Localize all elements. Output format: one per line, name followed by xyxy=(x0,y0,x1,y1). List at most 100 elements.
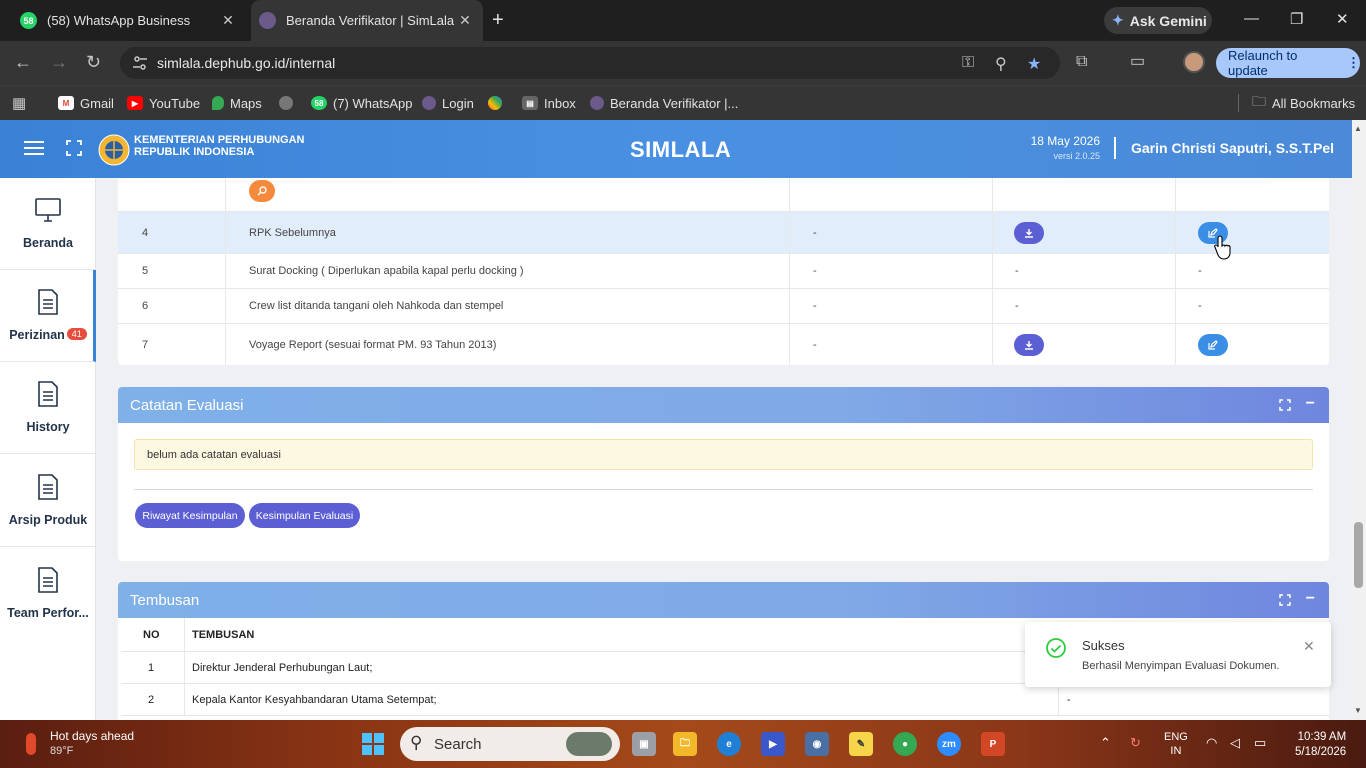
scrollbar-thumb[interactable] xyxy=(1354,522,1363,588)
download-icon xyxy=(1025,228,1033,238)
fullscreen-icon[interactable] xyxy=(1279,594,1291,606)
thermometer-icon xyxy=(26,733,36,755)
document-value: - xyxy=(1015,300,1019,312)
close-window-icon[interactable]: ✕ xyxy=(1336,10,1349,28)
close-icon[interactable]: ✕ xyxy=(1303,638,1315,655)
sidebar-item-arsip-produk[interactable]: Arsip Produk xyxy=(0,455,96,547)
search-icon xyxy=(257,186,267,196)
bookmark-star-icon[interactable]: ★ xyxy=(1027,54,1041,74)
hamburger-menu-icon[interactable] xyxy=(24,140,44,156)
battery-icon[interactable]: ▭ xyxy=(1254,735,1266,751)
bookmark-youtube[interactable]: ▶ YouTube xyxy=(127,94,200,112)
header-separator xyxy=(1114,137,1116,159)
file-explorer-icon[interactable]: 🗀 xyxy=(673,732,697,756)
media-icon[interactable]: ▭ xyxy=(1130,52,1145,72)
profile-avatar[interactable] xyxy=(1183,51,1205,73)
relaunch-label: Relaunch to update xyxy=(1228,48,1298,78)
sticky-notes-icon[interactable]: ✎ xyxy=(849,732,873,756)
tab-whatsapp-business[interactable]: 58 (58) WhatsApp Business ✕ xyxy=(8,0,246,41)
user-name[interactable]: Garin Christi Saputri, S.S.T.Pel xyxy=(1131,140,1334,156)
riwayat-kesimpulan-button[interactable]: Riwayat Kesimpulan xyxy=(135,503,245,528)
scroll-down-icon[interactable]: ▼ xyxy=(1354,706,1362,715)
reload-icon[interactable]: ↻ xyxy=(86,52,101,72)
toast-title: Sukses xyxy=(1082,638,1125,653)
fullscreen-icon[interactable] xyxy=(1279,399,1291,411)
ministry-line2: REPUBLIK INDONESIA xyxy=(134,146,255,158)
document-icon xyxy=(38,381,58,407)
back-icon[interactable]: ← xyxy=(14,52,32,72)
pinwheel-icon xyxy=(488,96,502,110)
ministry-line1: KEMENTERIAN PERHUBUNGAN xyxy=(134,134,305,146)
page-scrollbar[interactable] xyxy=(1352,120,1366,720)
all-bookmarks-button[interactable]: 🗀 All Bookmarks xyxy=(1252,93,1355,112)
address-bar[interactable]: simlala.dephub.go.id/internal ⚿ ⚲ ★ xyxy=(120,47,1060,79)
taskbar-search[interactable]: ⚲ Search xyxy=(400,727,620,761)
system-clock[interactable]: 10:39 AM 5/18/2026 xyxy=(1295,730,1346,760)
maximize-icon[interactable]: ❐ xyxy=(1290,10,1303,28)
globe-icon xyxy=(279,96,293,110)
bookmark-whatsapp[interactable]: 58 (7) WhatsApp xyxy=(311,94,412,112)
gemini-icon: ✦ xyxy=(1112,12,1124,28)
bookmark-label: Gmail xyxy=(80,95,114,111)
check-circle-icon xyxy=(1046,638,1066,658)
perizinan-label: Perizinan xyxy=(9,328,65,342)
password-key-icon[interactable]: ⚿ xyxy=(962,54,974,72)
kesimpulan-evaluasi-button[interactable]: Kesimpulan Evaluasi xyxy=(249,503,360,528)
minimize-icon[interactable]: — xyxy=(1244,10,1259,27)
language-line2: IN xyxy=(1170,745,1182,757)
sidebar-item-team-performance[interactable]: Team Perfor... xyxy=(0,548,96,640)
volume-icon[interactable]: ◁ xyxy=(1230,735,1240,751)
close-tab-icon[interactable]: ✕ xyxy=(220,12,236,28)
tray-overflow-icon[interactable]: ⌃ xyxy=(1100,735,1111,751)
site-info-icon[interactable] xyxy=(132,55,148,71)
sidebar-item-history[interactable]: History xyxy=(0,362,96,454)
sync-icon[interactable]: ↻ xyxy=(1130,735,1141,751)
bookmark-gmail[interactable]: M Gmail xyxy=(58,94,114,112)
windows-start-icon[interactable] xyxy=(362,733,384,755)
edge-icon[interactable]: e xyxy=(717,732,741,756)
header-date: 18 May 2026 xyxy=(1030,134,1100,148)
collapse-icon[interactable]: − xyxy=(1306,395,1315,413)
download-button[interactable] xyxy=(1014,221,1044,244)
maps-icon xyxy=(212,96,224,110)
fullscreen-icon[interactable] xyxy=(66,140,82,156)
download-button[interactable] xyxy=(1014,333,1044,356)
search-button[interactable] xyxy=(249,180,275,202)
bookmark-beranda[interactable]: Beranda Verifikator |... xyxy=(590,94,738,112)
forward-icon[interactable]: → xyxy=(50,52,68,72)
language-indicator[interactable]: ENG IN xyxy=(1164,730,1188,758)
apps-grid-icon[interactable]: ▦ xyxy=(12,94,26,112)
ask-gemini-button[interactable]: ✦ Ask Gemini xyxy=(1104,7,1212,34)
relaunch-button[interactable]: Relaunch to update ⋮ xyxy=(1216,48,1360,78)
chrome-icon[interactable]: ● xyxy=(893,732,917,756)
bookmark-globe[interactable] xyxy=(279,94,299,112)
sidebar-item-label: Beranda xyxy=(22,236,74,250)
bookmark-pinwheel[interactable] xyxy=(488,94,508,112)
zoom-app-icon[interactable]: zm xyxy=(937,732,961,756)
table-row: 5 Surat Docking ( Diperlukan apabila kap… xyxy=(118,254,1329,289)
powerpoint-icon[interactable]: P xyxy=(981,732,1005,756)
wifi-icon[interactable]: ◠ xyxy=(1206,735,1217,751)
task-view-icon[interactable]: ▣ xyxy=(632,732,656,756)
whatsapp-icon: 58 xyxy=(311,96,327,110)
hand-cursor-icon xyxy=(1214,235,1231,260)
zoom-icon[interactable]: ⚲ xyxy=(995,54,1007,74)
new-tab-icon[interactable]: + xyxy=(492,10,504,30)
sidebar-item-beranda[interactable]: Beranda xyxy=(0,178,96,270)
media-app-icon[interactable]: ▶ xyxy=(761,732,785,756)
collapse-icon[interactable]: − xyxy=(1306,590,1315,608)
scroll-up-icon[interactable]: ▲ xyxy=(1354,124,1362,133)
close-tab-icon[interactable]: ✕ xyxy=(457,12,473,28)
edit-icon xyxy=(1208,339,1218,350)
bookmark-inbox[interactable]: ▤ Inbox xyxy=(522,94,576,112)
bookmark-login[interactable]: Login xyxy=(422,94,474,112)
tab-beranda-verifikator[interactable]: Beranda Verifikator | SimLala ✕ xyxy=(251,0,483,41)
sidebar-item-perizinan[interactable]: Perizinan 41 xyxy=(0,270,96,362)
bookmark-maps[interactable]: Maps xyxy=(212,94,262,112)
edit-button[interactable] xyxy=(1198,333,1228,356)
search-icon: ⚲ xyxy=(410,733,423,752)
bookmarks-divider xyxy=(1238,94,1239,112)
extensions-icon[interactable]: ⧉ xyxy=(1076,52,1087,72)
clock-time: 10:39 AM xyxy=(1297,731,1347,743)
camera-icon[interactable]: ◉ xyxy=(805,732,829,756)
